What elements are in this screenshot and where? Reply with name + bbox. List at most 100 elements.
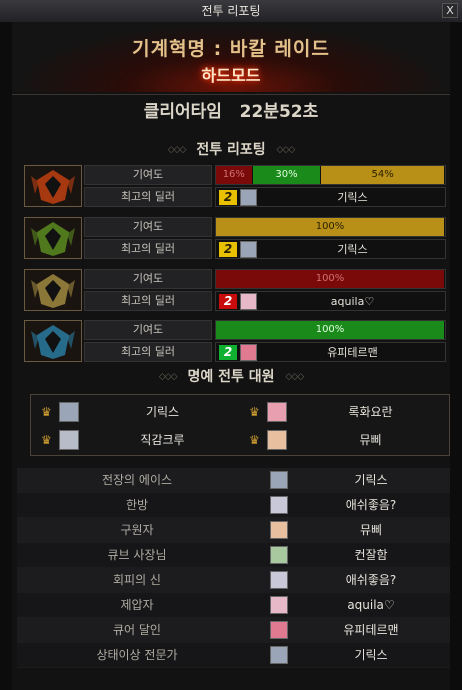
award-title: 큐어 달인 bbox=[113, 623, 161, 637]
avatar bbox=[270, 496, 288, 514]
award-title: 한방 bbox=[125, 498, 149, 512]
dealer-name: aquila♡ bbox=[330, 295, 375, 308]
award-title: 큐브 사장님 bbox=[107, 548, 167, 562]
avatar bbox=[240, 189, 257, 206]
contribution-bar: 100% bbox=[215, 217, 446, 237]
top-dealer[interactable]: 2 기릭스 bbox=[215, 239, 446, 259]
window-title: 전투 리포팅 bbox=[201, 4, 261, 18]
honor-member[interactable]: ♛ 록화요란 bbox=[245, 399, 450, 425]
clear-time-value: 22분52초 bbox=[239, 102, 319, 122]
crown-icon: ♛ bbox=[249, 405, 260, 419]
award-player-name[interactable]: aquila♡ bbox=[292, 593, 450, 617]
top-dealer[interactable]: 2 유피테르맨 bbox=[215, 342, 446, 362]
top-dealer[interactable]: 2 기릭스 bbox=[215, 187, 446, 207]
honor-section-header: ◇◇◇ 명예 전투 대원 ◇◇◇ bbox=[12, 366, 450, 388]
honor-section-title: 명예 전투 대원 bbox=[187, 369, 275, 385]
honor-member-name: 직감크루 bbox=[140, 433, 185, 447]
honor-member-name: 록화요란 bbox=[348, 405, 393, 419]
avatar bbox=[270, 571, 288, 589]
contribution-row: 기여도 16% 30% 54% bbox=[84, 165, 446, 185]
top-dealer-label: 최고의 딜러 bbox=[84, 291, 212, 311]
award-player-name[interactable]: 애쉬좋음? bbox=[292, 568, 450, 592]
award-title: 제압자 bbox=[120, 598, 154, 612]
deco-left-icon: ◇◇◇ bbox=[167, 145, 187, 155]
award-player-name[interactable]: 뮤삐 bbox=[292, 518, 450, 542]
red-mech-icon bbox=[24, 165, 82, 207]
dealer-name: 유피테르맨 bbox=[327, 346, 378, 359]
honor-member-name: 뮤삐 bbox=[359, 433, 382, 447]
award-title: 전장의 에이스 bbox=[101, 473, 173, 487]
contribution-bar: 100% bbox=[215, 269, 446, 289]
title-award-row: 큐브 사장님 컨잘함 bbox=[17, 543, 450, 568]
award-title: 상태이상 전문가 bbox=[96, 648, 178, 662]
avatar bbox=[267, 402, 287, 422]
divider bbox=[12, 94, 450, 95]
top-dealer[interactable]: 2 aquila♡ bbox=[215, 291, 446, 311]
award-player-name[interactable]: 애쉬좋음? bbox=[292, 493, 450, 517]
window-titlebar[interactable]: 전투 리포팅 X bbox=[0, 0, 462, 23]
contribution-segment: 54% bbox=[321, 166, 445, 184]
contribution-segment: 100% bbox=[216, 321, 445, 339]
contribution-bar: 100% bbox=[215, 320, 446, 340]
dealer-name: 기릭스 bbox=[337, 191, 368, 204]
party-number-badge: 2 bbox=[219, 190, 237, 205]
window-left-frame bbox=[0, 22, 12, 690]
contribution-segment: 100% bbox=[216, 218, 445, 236]
party-block: 기여도 100% 최고의 딜러 2 유피테르맨 bbox=[24, 320, 446, 364]
contribution-segment: 30% bbox=[252, 166, 322, 184]
contribution-bar: 16% 30% 54% bbox=[215, 165, 446, 185]
avatar bbox=[267, 430, 287, 450]
contribution-row: 기여도 100% bbox=[84, 320, 446, 340]
contribution-label: 기여도 bbox=[84, 165, 212, 185]
green-mech-icon bbox=[24, 217, 82, 259]
close-button[interactable]: X bbox=[442, 3, 458, 18]
party-block: 기여도 100% 최고의 딜러 2 aquila♡ bbox=[24, 269, 446, 313]
award-player-name[interactable]: 유피테르맨 bbox=[292, 618, 450, 642]
blue-mech-icon bbox=[24, 320, 82, 362]
contribution-row: 기여도 100% bbox=[84, 269, 446, 289]
title-award-list: 전장의 에이스 기릭스 한방 애쉬좋음? 구원자 뮤삐 큐브 사장님 컨잘함 회피의 신 애쉬좋음… bbox=[17, 468, 450, 668]
honor-member-name: 기릭스 bbox=[145, 405, 180, 419]
party-block: 기여도 16% 30% 54% 최고의 딜러 2 기릭스 bbox=[24, 165, 446, 209]
contribution-row: 기여도 100% bbox=[84, 217, 446, 237]
party-block: 기여도 100% 최고의 딜러 2 기릭스 bbox=[24, 217, 446, 261]
raid-banner: 기계혁명 : 바칼 레이드 하드모드 bbox=[12, 22, 450, 92]
contribution-label: 기여도 bbox=[84, 320, 212, 340]
contribution-label: 기여도 bbox=[84, 217, 212, 237]
party-number-badge: 2 bbox=[219, 345, 237, 360]
avatar bbox=[270, 596, 288, 614]
crown-icon: ♛ bbox=[41, 433, 52, 447]
avatar bbox=[240, 344, 257, 361]
top-dealer-row: 최고의 딜러 2 기릭스 bbox=[84, 239, 446, 259]
contribution-label: 기여도 bbox=[84, 269, 212, 289]
party-number-badge: 2 bbox=[219, 242, 237, 257]
contribution-segment: 100% bbox=[216, 270, 445, 288]
raid-name: 기계혁명 : 바칼 레이드 bbox=[132, 38, 330, 60]
honor-member[interactable]: ♛ 직감크루 bbox=[37, 427, 242, 453]
award-player-name[interactable]: 기릭스 bbox=[292, 643, 450, 667]
crown-icon: ♛ bbox=[249, 433, 260, 447]
dealer-name: 기릭스 bbox=[337, 243, 368, 256]
deco-left-icon: ◇◇◇ bbox=[158, 372, 178, 382]
top-dealer-row: 최고의 딜러 2 aquila♡ bbox=[84, 291, 446, 311]
report-section-title: 전투 리포팅 bbox=[196, 142, 266, 158]
honor-members-box: ♛ 기릭스 ♛ 록화요란 ♛ 직감크루 ♛ 뮤삐 bbox=[30, 394, 450, 456]
top-dealer-label: 최고의 딜러 bbox=[84, 239, 212, 259]
award-title: 구원자 bbox=[120, 523, 154, 537]
award-player-name[interactable]: 컨잘함 bbox=[292, 543, 450, 567]
title-award-row: 전장의 에이스 기릭스 bbox=[17, 468, 450, 493]
award-player-name[interactable]: 기릭스 bbox=[292, 468, 450, 492]
honor-member[interactable]: ♛ 뮤삐 bbox=[245, 427, 450, 453]
avatar bbox=[240, 241, 257, 258]
avatar bbox=[270, 546, 288, 564]
crown-icon: ♛ bbox=[41, 405, 52, 419]
top-dealer-row: 최고의 딜러 2 기릭스 bbox=[84, 187, 446, 207]
avatar bbox=[270, 471, 288, 489]
contribution-segment: 16% bbox=[216, 166, 253, 184]
report-section-header: ◇◇◇ 전투 리포팅 ◇◇◇ bbox=[12, 139, 450, 161]
top-dealer-row: 최고의 딜러 2 유피테르맨 bbox=[84, 342, 446, 362]
award-title: 회피의 신 bbox=[113, 573, 161, 587]
title-award-row: 구원자 뮤삐 bbox=[17, 518, 450, 543]
gold-mech-icon bbox=[24, 269, 82, 311]
honor-member[interactable]: ♛ 기릭스 bbox=[37, 399, 242, 425]
